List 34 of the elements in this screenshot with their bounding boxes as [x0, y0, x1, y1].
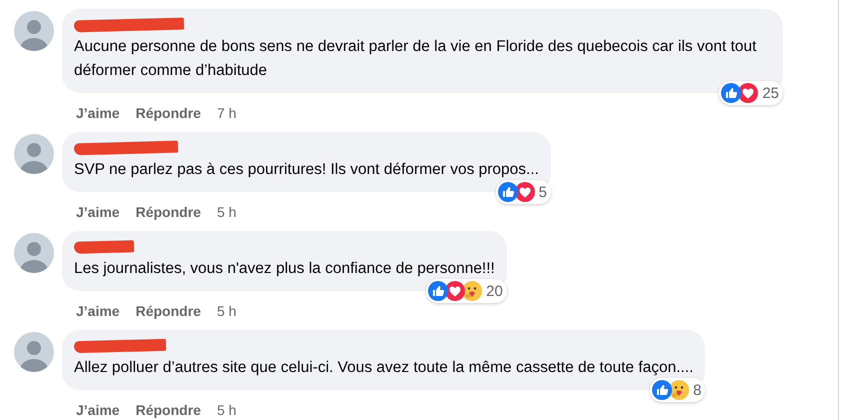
reaction-count: 8 — [693, 382, 702, 398]
avatar[interactable] — [14, 11, 54, 51]
like-icon — [428, 281, 448, 301]
avatar[interactable] — [14, 332, 54, 372]
reaction-count: 25 — [762, 84, 779, 102]
reaction-count: 5 — [538, 184, 547, 200]
comment-text: SVP ne parlez pas à ces pourritures! Ils vont déformer vos propos... — [74, 160, 539, 180]
hugging-face-icon — [669, 380, 690, 400]
reaction-count: 20 — [486, 282, 503, 300]
like-link[interactable]: J’aime — [76, 105, 120, 121]
like-icon — [652, 380, 672, 400]
comment-time: 7 h — [216, 105, 236, 121]
reaction-badge[interactable]: 5 — [496, 180, 551, 204]
like-icon — [498, 182, 518, 202]
comment-time: 5 h — [216, 204, 236, 220]
like-icon — [721, 83, 742, 103]
comment-text: Aucune personne de bons sens ne devrait parler de la vie en Floride des quebecois car ils vont tout déformer comme d’habitude — [74, 37, 758, 81]
like-link[interactable]: J’aime — [76, 402, 120, 418]
reply-link[interactable]: Répondre — [136, 204, 201, 220]
avatar[interactable] — [14, 233, 54, 273]
reaction-badge[interactable]: 25 — [719, 81, 783, 105]
comment-time: 5 h — [216, 303, 236, 319]
comment-time: 5 h — [216, 402, 236, 418]
reaction-badge[interactable]: 20 — [426, 279, 507, 303]
reply-link[interactable]: Répondre — [136, 105, 201, 121]
comment-text: Allez polluer d’autres site que celui-ci. Vous avez toute la même cassette de toute façon.... — [74, 358, 694, 378]
reply-link[interactable]: Répondre — [136, 303, 201, 319]
like-link[interactable]: J’aime — [76, 204, 120, 220]
comment-text: Les journalistes, vous n'avez plus la confiance de personne!!! — [74, 259, 495, 279]
reply-link[interactable]: Répondre — [136, 402, 201, 418]
hugging-face-icon — [462, 281, 482, 301]
like-link[interactable]: J’aime — [76, 303, 120, 319]
reaction-badge[interactable]: 8 — [650, 378, 706, 402]
avatar[interactable] — [14, 134, 54, 174]
